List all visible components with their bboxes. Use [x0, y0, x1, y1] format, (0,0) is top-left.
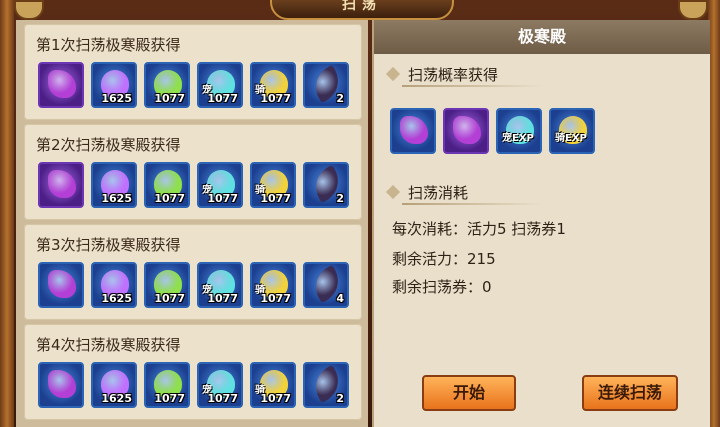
dragon-icon — [48, 170, 76, 198]
remaining-tickets: 剩余扫荡券：0 — [392, 278, 492, 296]
item-slot[interactable]: 骑 1077 — [250, 262, 296, 308]
window-border-left — [0, 0, 14, 427]
diamond-bullet-icon — [385, 66, 401, 82]
sweep-result-1: 第1次扫荡极寒殿获得 1625 1077 宠 1077 骑 1077 2 — [24, 24, 362, 120]
item-count: 1077 — [260, 192, 291, 205]
dragon-icon — [453, 116, 481, 144]
sweep-results-list[interactable]: 第1次扫荡极寒殿获得 1625 1077 宠 1077 骑 1077 2 第2次扫荡极寒殿获… — [16, 20, 368, 427]
item-count: 1077 — [260, 92, 291, 105]
dungeon-name: 极寒殿 — [517, 27, 566, 46]
item-slot[interactable]: 1077 — [144, 262, 190, 308]
item-count: 2 — [336, 92, 344, 105]
sweep-result-4: 第4次扫荡极寒殿获得 1625 1077 宠 1077 骑 1077 2 — [24, 324, 362, 420]
item-slot[interactable] — [390, 108, 436, 154]
item-count: 1077 — [207, 192, 238, 205]
diamond-bullet-icon — [385, 184, 401, 200]
start-button[interactable]: 开始 — [422, 375, 516, 411]
cost-heading-text: 扫荡消耗 — [408, 184, 469, 202]
corner-ornament-icon — [14, 0, 44, 20]
window-title: 扫荡 — [342, 0, 382, 13]
item-slot[interactable]: 4 — [303, 262, 349, 308]
window-title-banner: 扫荡 — [270, 0, 454, 20]
item-slot[interactable]: 2 — [303, 162, 349, 208]
sweep-result-title: 第2次扫荡极寒殿获得 — [36, 136, 181, 154]
item-count: 1077 — [154, 292, 185, 305]
item-count: 1625 — [101, 192, 132, 205]
probability-heading: 扫荡概率获得 — [384, 64, 684, 87]
item-slot[interactable] — [38, 362, 84, 408]
item-count: 1625 — [101, 92, 132, 105]
dragon-icon — [48, 370, 76, 398]
item-slot[interactable]: 骑 1077 — [250, 362, 296, 408]
item-slot[interactable] — [443, 108, 489, 154]
item-slot[interactable]: 1625 — [91, 162, 137, 208]
item-slot[interactable]: 宠 1077 — [197, 62, 243, 108]
item-slot[interactable] — [38, 62, 84, 108]
item-count: 4 — [336, 292, 344, 305]
item-slot[interactable]: 1625 — [91, 362, 137, 408]
dragon-icon — [400, 116, 428, 144]
item-count: 1625 — [101, 292, 132, 305]
dungeon-header: 极寒殿 — [374, 20, 710, 54]
item-slot[interactable]: 宠 1077 — [197, 162, 243, 208]
sweep-result-title: 第1次扫荡极寒殿获得 — [36, 36, 181, 54]
cost-per-sweep: 每次消耗：活力5 扫荡券1 — [392, 220, 566, 238]
cost-heading: 扫荡消耗 — [384, 182, 684, 205]
item-slot[interactable] — [38, 162, 84, 208]
corner-ornament-icon — [678, 0, 708, 20]
sweep-result-title: 第4次扫荡极寒殿获得 — [36, 336, 181, 354]
item-slot[interactable]: 1077 — [144, 162, 190, 208]
item-slot[interactable]: 宠EXP — [496, 108, 542, 154]
remaining-vitality: 剩余活力：215 — [392, 250, 496, 268]
item-count: 1077 — [207, 92, 238, 105]
item-count: 1077 — [154, 192, 185, 205]
probability-item-row: 宠EXP 骑EXP — [390, 108, 710, 158]
continuous-sweep-button[interactable]: 连续扫荡 — [582, 375, 678, 411]
item-tag: 宠EXP — [502, 133, 534, 144]
item-slot[interactable]: 骑 1077 — [250, 62, 296, 108]
item-count: 1077 — [154, 392, 185, 405]
item-count: 1625 — [101, 392, 132, 405]
game-window: 扫荡 第1次扫荡极寒殿获得 1625 1077 宠 1077 骑 1077 2 第2次扫荡极… — [0, 0, 720, 427]
item-count: 1077 — [207, 292, 238, 305]
heading-underline — [402, 203, 542, 205]
item-slot[interactable]: 1625 — [91, 262, 137, 308]
item-slot[interactable]: 1077 — [144, 62, 190, 108]
item-tag: 骑EXP — [555, 133, 587, 144]
item-slot[interactable]: 骑 1077 — [250, 162, 296, 208]
dragon-icon — [48, 270, 76, 298]
item-slot[interactable] — [38, 262, 84, 308]
item-count: 1077 — [260, 392, 291, 405]
item-slot[interactable]: 2 — [303, 62, 349, 108]
item-count: 1077 — [154, 92, 185, 105]
dragon-icon — [48, 70, 76, 98]
sweep-result-title: 第3次扫荡极寒殿获得 — [36, 236, 181, 254]
item-count: 2 — [336, 392, 344, 405]
item-slot[interactable]: 骑EXP — [549, 108, 595, 154]
item-count: 1077 — [207, 392, 238, 405]
item-count: 1077 — [260, 292, 291, 305]
heading-underline — [402, 85, 542, 87]
item-slot[interactable]: 宠 1077 — [197, 262, 243, 308]
item-slot[interactable]: 宠 1077 — [197, 362, 243, 408]
item-slot[interactable]: 1077 — [144, 362, 190, 408]
probability-heading-text: 扫荡概率获得 — [408, 66, 499, 84]
dungeon-info-panel: 极寒殿 扫荡概率获得 宠EXP 骑EXP 扫荡消耗 每次消耗：活力5 扫荡券1 剩… — [372, 20, 710, 427]
sweep-result-3: 第3次扫荡极寒殿获得 1625 1077 宠 1077 骑 1077 4 — [24, 224, 362, 320]
item-slot[interactable]: 2 — [303, 362, 349, 408]
sweep-result-2: 第2次扫荡极寒殿获得 1625 1077 宠 1077 骑 1077 2 — [24, 124, 362, 220]
item-count: 2 — [336, 192, 344, 205]
item-slot[interactable]: 1625 — [91, 62, 137, 108]
